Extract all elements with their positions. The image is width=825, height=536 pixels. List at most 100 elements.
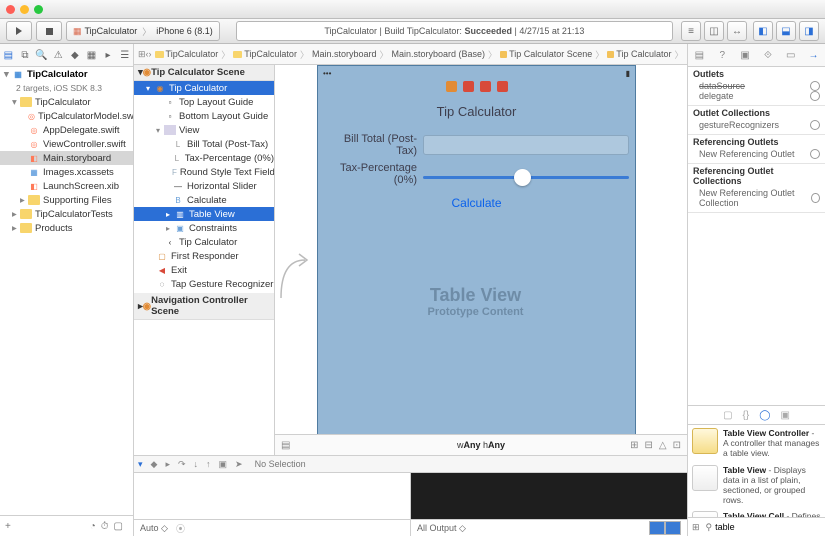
outline-item[interactable]: BCalculate [134,193,274,207]
tree-file[interactable]: ▦Images.xcassets [0,165,133,179]
object-library-icon[interactable]: ◯ [759,410,770,421]
recent-icon[interactable]: ⏱ [101,521,109,532]
related-items-icon[interactable]: ⊞ [138,49,146,60]
project-tree[interactable]: ▾▦TipCalculator 2 targets, iOS SDK 8.3 ▾… [0,67,133,515]
align-icon[interactable]: ⊞ [630,440,638,451]
jump-seg[interactable]: Tip Calculator [604,49,674,59]
library-item[interactable]: Table View Cell - Defines the attributes… [688,508,825,517]
resolve-icon[interactable]: △ [659,440,667,451]
outline-item[interactable]: ▫Bottom Layout Guide [134,109,274,123]
inspector-item[interactable]: gestureRecognizers [693,120,820,130]
device-frame[interactable]: •••▮ Tip Calculator Bill Total (Post-Tax… [317,65,636,434]
outline-toggle-icon[interactable]: ▤ [281,440,290,451]
jump-bar[interactable]: ⊞ ‹ › TipCalculator〉 TipCalculator〉 Main… [134,44,687,65]
library-search-input[interactable] [712,520,825,534]
library-item[interactable]: Table View Controller - A controller tha… [688,425,825,462]
variables-view[interactable] [134,473,411,519]
outline-item[interactable]: LTax-Percentage (0%) [134,151,274,165]
tree-group[interactable]: ▸TipCalculatorTests [0,207,133,221]
run-button[interactable] [6,21,32,41]
outline-item[interactable]: ▸▣Constraints [134,221,274,235]
location-icon[interactable]: ➤ [235,459,243,470]
outline-item[interactable]: ▫Top Layout Guide [134,95,274,109]
connection-dot-icon[interactable] [810,91,820,101]
close-icon[interactable] [6,5,15,14]
jump-seg[interactable]: Main.storyboard (Base) [389,49,489,59]
test-navigator-icon[interactable]: ◆ [69,50,80,61]
outline-item[interactable]: FRound Style Text Field [134,165,274,179]
jump-seg[interactable]: Main.storyboard [309,49,380,59]
code-snippet-library-icon[interactable]: {} [743,410,750,421]
inspector-item[interactable]: New Referencing Outlet [693,149,820,159]
jump-seg[interactable]: Tip Calculator Scene [497,49,595,59]
step-over-icon[interactable]: ↷ [178,459,186,470]
library-items[interactable]: Table View Controller - A controller tha… [688,425,825,517]
report-navigator-icon[interactable]: ☰ [119,50,130,61]
outline-item[interactable]: ▢First Responder [134,249,274,263]
traffic-lights[interactable] [6,5,43,14]
identity-inspector-icon[interactable]: ▣ [739,49,752,62]
jump-seg[interactable]: TipCalculator [230,49,300,59]
outline-view[interactable]: ▾View [134,123,274,137]
size-class-bar[interactable]: ▤ wAny hAny ⊞ ⊟ △ ⊡ [275,434,687,455]
scm-icon[interactable]: ▢ [114,521,123,532]
first-responder-icon[interactable] [463,81,474,92]
find-navigator-icon[interactable]: 🔍 [36,50,47,61]
inspector-item[interactable]: dataSource [693,81,820,91]
zoom-icon[interactable] [34,5,43,14]
pin-icon[interactable]: ⊟ [645,440,653,451]
filter-icon[interactable]: ◔ [90,521,96,532]
file-inspector-icon[interactable]: ▤ [693,49,706,62]
media-library-icon[interactable]: ▣ [780,410,789,421]
debug-view-toggle[interactable] [649,521,681,535]
connections-inspector[interactable]: OutletsdataSourcedelegateOutlet Collecti… [688,67,825,405]
view-debug-icon[interactable]: ▣ [219,459,228,470]
connection-dot-icon[interactable] [811,193,820,203]
tree-group[interactable]: ▾TipCalculator [0,95,133,109]
connection-dot-icon[interactable] [810,120,820,130]
resize-icon[interactable]: ⊡ [673,440,681,451]
breakpoint-navigator-icon[interactable]: ▸ [103,50,114,61]
outline-item-selected[interactable]: ▸▥Table View [134,207,274,221]
scheme-selector[interactable]: ▦ TipCalculator 〉 iPhone 6 (8.1) [66,21,220,41]
minimize-icon[interactable] [20,5,29,14]
outline-item[interactable]: —Horizontal Slider [134,179,274,193]
stop-button[interactable] [36,21,62,41]
help-inspector-icon[interactable]: ? [716,49,729,62]
calculate-button[interactable]: Calculate [324,196,629,210]
ib-canvas[interactable]: •••▮ Tip Calculator Bill Total (Post-Tax… [275,65,687,455]
connections-inspector-icon[interactable]: → [807,49,820,62]
tree-group[interactable]: ▸Products [0,221,133,235]
issue-navigator-icon[interactable]: ⚠ [53,50,64,61]
jump-seg[interactable]: TipCalculator [152,49,222,59]
bill-textfield[interactable] [423,135,629,155]
project-navigator-icon[interactable]: ▤ [3,50,14,61]
tree-file[interactable]: ◎ViewController.swift [0,137,133,151]
size-inspector-icon[interactable]: ▭ [784,49,797,62]
outline-controller[interactable]: ▾◉Tip Calculator [134,81,274,95]
inspector-item[interactable]: New Referencing Outlet Collection [693,188,820,208]
document-outline[interactable]: ▾◉Tip Calculator Scene ▾◉Tip Calculator … [134,65,275,455]
controller-icon[interactable] [446,81,457,92]
gesture-icon[interactable] [497,81,508,92]
auto-selector[interactable]: Auto ◇ [140,523,168,534]
connection-dot-icon[interactable] [810,149,820,159]
filter-icon[interactable]: ⦿ [176,522,185,535]
tree-file[interactable]: ◎AppDelegate.swift [0,123,133,137]
exit-icon[interactable] [480,81,491,92]
step-out-icon[interactable]: ↑ [206,459,211,470]
symbol-navigator-icon[interactable]: ⧉ [19,50,30,61]
tree-file[interactable]: ◎TipCalculatorModel.swift [0,109,133,123]
file-template-library-icon[interactable]: ▢ [723,410,732,421]
grid-icon[interactable]: ⊞ [692,522,700,533]
tree-file[interactable]: ◧LaunchScreen.xib [0,179,133,193]
toggle-inspector-button[interactable]: ◨ [799,21,819,41]
step-in-icon[interactable]: ↓ [194,459,199,470]
toggle-navigator-button[interactable]: ◧ [753,21,773,41]
tax-slider[interactable] [423,176,629,179]
debug-navigator-icon[interactable]: ▦ [86,50,97,61]
scene-dock[interactable] [318,80,635,92]
version-editor-button[interactable]: ↔ [727,21,747,41]
connection-dot-icon[interactable] [810,81,820,91]
outline-item[interactable]: LBill Total (Post-Tax) [134,137,274,151]
